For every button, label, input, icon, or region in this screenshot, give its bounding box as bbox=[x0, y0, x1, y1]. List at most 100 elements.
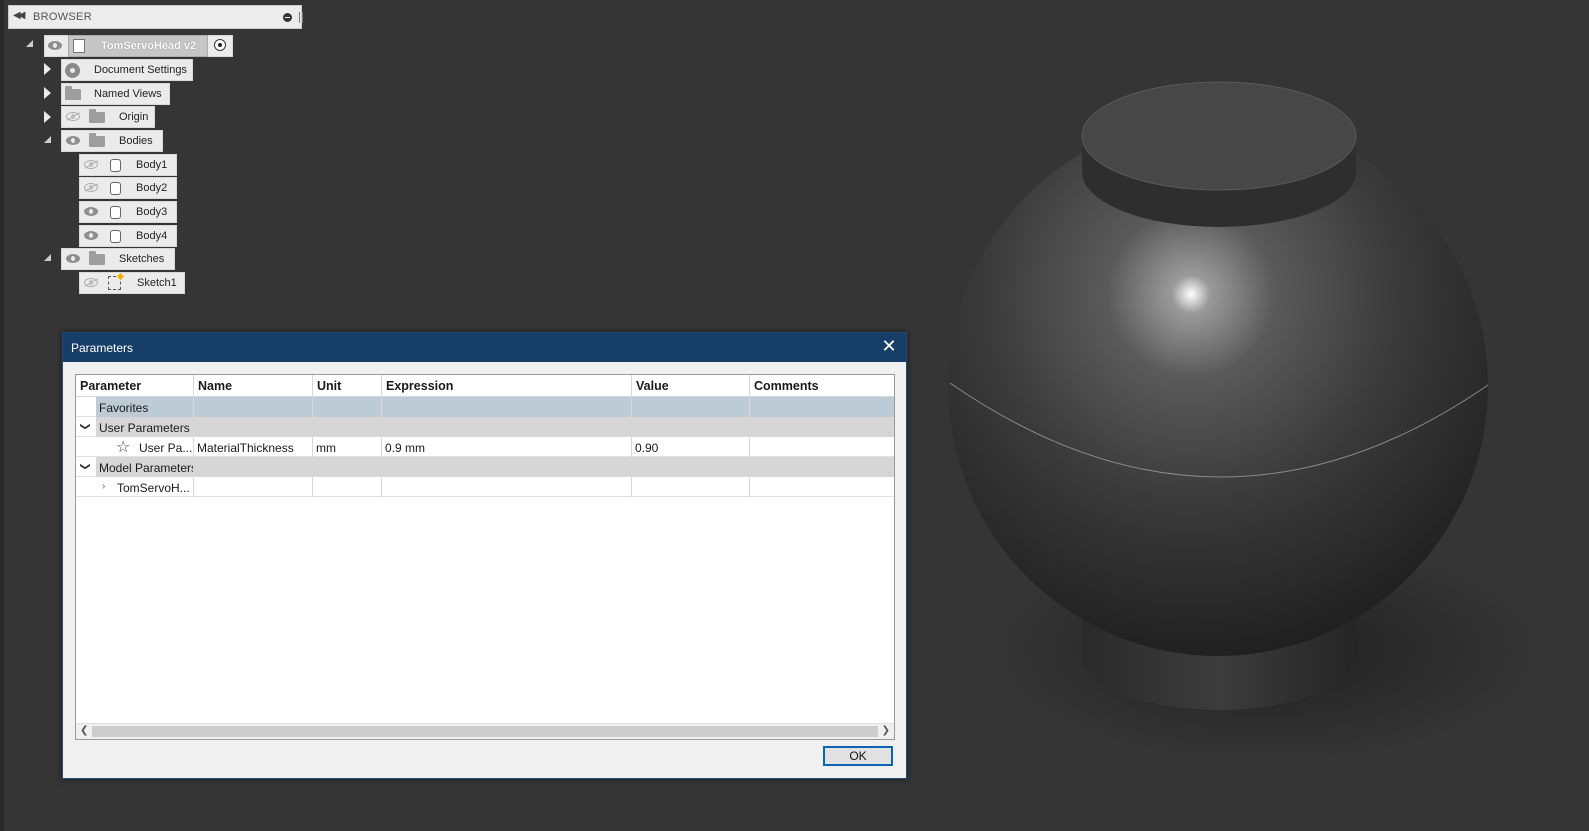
tree-node-named-views[interactable]: Named Views bbox=[61, 83, 170, 105]
document-icon bbox=[73, 39, 85, 53]
visibility-hidden-eye-icon[interactable] bbox=[84, 160, 98, 169]
background-window-edge bbox=[0, 0, 4, 831]
table-row-model-parameters[interactable]: ❯ Model Parameters bbox=[76, 457, 894, 477]
chevron-right-icon[interactable]: › bbox=[102, 481, 105, 492]
folder-icon bbox=[89, 133, 105, 147]
expression-cell[interactable]: 0.9 mm bbox=[382, 437, 632, 457]
tree-node-body4[interactable]: Body4 bbox=[79, 225, 177, 247]
ok-button[interactable]: OK bbox=[823, 746, 893, 766]
tree-node-body3[interactable]: Body3 bbox=[79, 201, 177, 223]
folder-icon bbox=[89, 251, 105, 265]
folder-icon bbox=[89, 109, 105, 123]
column-header-expression[interactable]: Expression bbox=[382, 375, 632, 396]
table-row-favorites[interactable]: Favorites bbox=[76, 397, 894, 417]
parameter-cell: User Pa... bbox=[136, 437, 194, 457]
model-viewport[interactable] bbox=[930, 60, 1530, 780]
sketch-icon bbox=[108, 276, 121, 290]
tree-root-node[interactable]: TomServoHead v2 bbox=[44, 35, 233, 57]
table-row[interactable]: › TomServoH... bbox=[76, 477, 894, 497]
table-cell bbox=[382, 457, 632, 477]
close-icon[interactable]: ✕ bbox=[880, 337, 898, 355]
tree-node-label: Body1 bbox=[136, 159, 168, 171]
visibility-hidden-eye-icon[interactable] bbox=[66, 112, 80, 121]
browser-header: ◀◀ BROWSER bbox=[8, 5, 303, 29]
table-cell bbox=[313, 397, 382, 417]
favorite-star-icon[interactable]: ☆ bbox=[116, 437, 130, 457]
tree-node-sketches[interactable]: Sketches bbox=[61, 248, 175, 270]
tree-node-label: Document Settings bbox=[94, 64, 187, 76]
horizontal-scrollbar[interactable]: ❮ ❯ bbox=[76, 723, 894, 739]
column-header-parameter[interactable]: Parameter bbox=[76, 375, 194, 396]
root-label: TomServoHead v2 bbox=[101, 40, 197, 52]
column-header-unit[interactable]: Unit bbox=[313, 375, 382, 396]
table-cell bbox=[750, 457, 894, 477]
tree-node-bodies[interactable]: Bodies bbox=[61, 130, 163, 152]
table-row[interactable]: ☆ User Pa... MaterialThickness mm 0.9 mm… bbox=[76, 437, 894, 457]
visibility-eye-icon[interactable] bbox=[84, 207, 98, 216]
visibility-hidden-eye-icon[interactable] bbox=[84, 183, 98, 192]
value-cell: 0.90 bbox=[632, 437, 750, 457]
tree-node-document-settings[interactable]: Document Settings bbox=[61, 59, 193, 81]
tree-node-label: Named Views bbox=[94, 88, 162, 100]
favorites-label: Favorites bbox=[96, 397, 194, 417]
table-cell bbox=[632, 397, 750, 417]
tree-node-label: Body4 bbox=[136, 230, 168, 242]
unit-cell[interactable]: mm bbox=[313, 437, 382, 457]
root-label-box: TomServoHead v2 bbox=[68, 35, 208, 57]
body-icon bbox=[110, 230, 121, 243]
panel-grip-icon[interactable] bbox=[299, 12, 303, 23]
column-header-value[interactable]: Value bbox=[632, 375, 750, 396]
parameters-table: Parameter Name Unit Expression Value Com… bbox=[75, 374, 895, 740]
collapse-panel-icon[interactable]: ◀◀ bbox=[13, 10, 26, 21]
chevron-down-icon[interactable]: ❯ bbox=[80, 422, 91, 430]
comments-cell[interactable] bbox=[750, 437, 894, 457]
column-header-name[interactable]: Name bbox=[194, 375, 313, 396]
dialog-title-bar[interactable]: Parameters ✕ bbox=[63, 333, 906, 362]
root-expander-icon[interactable] bbox=[26, 40, 33, 47]
table-cell bbox=[194, 397, 313, 417]
visibility-hidden-eye-icon[interactable] bbox=[84, 278, 98, 287]
tree-node-label: Sketch1 bbox=[137, 277, 177, 289]
expand-arrow-icon[interactable] bbox=[44, 63, 51, 75]
scrollbar-thumb[interactable] bbox=[92, 726, 878, 737]
tree-node-body1[interactable]: Body1 bbox=[79, 154, 177, 176]
parameter-cell: TomServoH... bbox=[114, 477, 194, 497]
body-icon bbox=[110, 182, 121, 195]
folder-icon bbox=[65, 86, 81, 100]
gear-icon bbox=[65, 63, 80, 78]
table-row-user-parameters[interactable]: ❯ User Parameters bbox=[76, 417, 894, 437]
table-cell bbox=[750, 397, 894, 417]
table-cell bbox=[194, 477, 313, 497]
tree-node-label: Body2 bbox=[136, 182, 168, 194]
column-header-comments[interactable]: Comments bbox=[750, 375, 894, 396]
collapse-arrow-icon[interactable] bbox=[44, 254, 51, 261]
tree-node-body2[interactable]: Body2 bbox=[79, 177, 177, 199]
tree-node-sketch1[interactable]: Sketch1 bbox=[79, 272, 185, 294]
collapse-arrow-icon[interactable] bbox=[44, 136, 51, 143]
pin-panel-icon[interactable] bbox=[283, 13, 292, 22]
body-icon bbox=[110, 206, 121, 219]
tree-node-label: Body3 bbox=[136, 206, 168, 218]
expand-arrow-icon[interactable] bbox=[44, 87, 51, 99]
table-cell bbox=[313, 477, 382, 497]
visibility-eye-icon[interactable] bbox=[48, 41, 62, 50]
table-cell bbox=[632, 477, 750, 497]
table-header: Parameter Name Unit Expression Value Com… bbox=[76, 375, 894, 397]
tree-node-label: Bodies bbox=[119, 135, 153, 147]
activate-radio-icon[interactable] bbox=[214, 39, 226, 51]
model-parameters-label: Model Parameters bbox=[96, 457, 194, 477]
scroll-left-icon[interactable]: ❮ bbox=[80, 725, 88, 736]
visibility-eye-icon[interactable] bbox=[66, 254, 80, 263]
visibility-eye-icon[interactable] bbox=[84, 231, 98, 240]
table-cell bbox=[750, 477, 894, 497]
browser-title: BROWSER bbox=[33, 11, 92, 23]
name-cell[interactable]: MaterialThickness bbox=[194, 437, 313, 457]
visibility-eye-icon[interactable] bbox=[66, 136, 80, 145]
expand-arrow-icon[interactable] bbox=[44, 111, 51, 123]
chevron-down-icon[interactable]: ❯ bbox=[80, 462, 91, 470]
tree-node-label: Sketches bbox=[119, 253, 165, 265]
tree-node-origin[interactable]: Origin bbox=[61, 106, 155, 128]
scroll-right-icon[interactable]: ❯ bbox=[882, 725, 890, 736]
table-cell bbox=[632, 457, 750, 477]
user-parameters-label: User Parameters bbox=[96, 417, 194, 437]
